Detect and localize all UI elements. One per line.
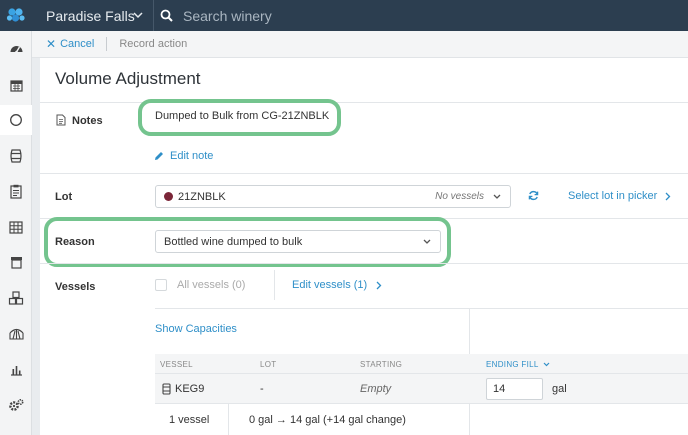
document-icon (56, 114, 66, 126)
reason-highlight (44, 217, 451, 267)
ending-fill-input[interactable] (486, 378, 543, 400)
sidebar-item-barrels[interactable] (0, 141, 32, 171)
lot-label: Lot (55, 191, 73, 203)
chevron-down-icon (543, 362, 550, 367)
sidebar-item-actions[interactable] (0, 105, 32, 135)
header-starting[interactable]: STARTING (360, 360, 402, 369)
vessel-count: 1 vessel (169, 414, 210, 426)
clipboard-icon (10, 184, 22, 199)
pencil-icon (155, 152, 163, 160)
edit-vessels-link[interactable]: Edit vessels (1) (292, 279, 382, 291)
circle-icon (10, 114, 22, 126)
barrel-icon (10, 149, 22, 163)
divider (274, 270, 275, 300)
show-capacities-link[interactable]: Show Capacities (155, 323, 237, 335)
record-action-label: Record action (119, 38, 188, 50)
close-icon: ✕ (46, 37, 57, 51)
sidebar-item-cases[interactable] (0, 283, 32, 313)
winery-name: Paradise Falls (46, 7, 135, 24)
edit-note-link[interactable]: Edit note (154, 150, 213, 162)
sidebar-item-calendar[interactable] (0, 70, 32, 100)
picker-label: Select lot in picker (568, 190, 658, 202)
table-row: KEG9 - Empty gal (155, 374, 688, 404)
volume-change: 0 gal → 14 gal (+14 gal change) (249, 414, 406, 426)
sidebar-item-settings[interactable] (0, 390, 32, 420)
edit-vessels-label: Edit vessels (1) (292, 279, 368, 291)
refresh-icon[interactable] (528, 190, 539, 201)
sidebar-item-clipboard[interactable] (0, 176, 32, 206)
chevron-down-icon (493, 194, 501, 199)
notes-highlight (138, 99, 341, 136)
select-lot-in-picker-link[interactable]: Select lot in picker (568, 190, 671, 202)
header-ending-fill-label: ENDING FILL (486, 360, 539, 369)
chevron-right-icon (376, 281, 382, 289)
main-panel: Volume Adjustment Notes Dumped to Bulk f… (40, 58, 688, 435)
cancel-label: Cancel (60, 38, 95, 50)
notes-label: Notes (72, 115, 103, 127)
archive-icon (10, 256, 22, 269)
grid-icon (9, 220, 23, 234)
chevron-down-icon (133, 12, 143, 19)
row-unit: gal (552, 383, 567, 395)
sidebar-item-dashboard[interactable] (0, 33, 32, 63)
all-vessels-label: All vessels (0) (177, 279, 246, 291)
row-lot: - (260, 383, 264, 395)
dashboard-icon (10, 46, 22, 54)
divider (228, 404, 229, 435)
vessels-table-footer: 1 vessel 0 gal → 14 gal (+14 gal change) (155, 404, 688, 435)
bar-chart-icon (10, 365, 22, 376)
sidebar-item-reports[interactable] (0, 354, 32, 384)
chevron-right-icon (665, 192, 671, 200)
divider (106, 37, 108, 51)
winery-switcher[interactable]: Paradise Falls (32, 0, 154, 31)
calendar-icon (9, 79, 23, 92)
action-bar: ✕ Cancel Record action (32, 31, 688, 58)
vessels-label: Vessels (55, 281, 96, 293)
divider (155, 308, 688, 309)
sidebar-item-grid[interactable] (0, 212, 32, 242)
lot-color-swatch (164, 192, 173, 201)
search-icon (160, 9, 173, 22)
cancel-button[interactable]: ✕ Cancel (46, 37, 94, 51)
all-vessels-checkbox[interactable] (155, 279, 167, 291)
lot-value: 21ZNBLK (178, 190, 226, 203)
sidebar-item-archive[interactable] (0, 247, 32, 277)
top-bar: Paradise Falls (0, 0, 688, 31)
app-logo-icon[interactable] (0, 0, 32, 31)
gears-icon (9, 398, 24, 411)
page-title: Volume Adjustment (55, 69, 201, 88)
search-bar[interactable] (160, 0, 483, 31)
search-input[interactable] (183, 7, 483, 24)
header-vessel[interactable]: VESSEL (160, 360, 193, 369)
edit-note-label: Edit note (170, 150, 214, 162)
lot-select[interactable]: 21ZNBLK No vessels (155, 185, 511, 208)
boxes-icon (8, 291, 24, 305)
sidebar (0, 31, 32, 435)
vessels-table-header: VESSEL LOT STARTING ENDING FILL (155, 354, 688, 374)
divider (40, 263, 688, 264)
sidebar-item-vineyard[interactable] (0, 318, 32, 348)
row-vessel: KEG9 (175, 383, 205, 395)
header-ending-fill[interactable]: ENDING FILL (486, 360, 550, 369)
keg-icon (162, 383, 171, 395)
lot-vessels-hint: No vessels (435, 191, 484, 202)
header-lot[interactable]: LOT (260, 360, 276, 369)
divider (40, 102, 688, 103)
field-icon (8, 328, 24, 340)
divider (40, 173, 688, 174)
row-starting: Empty (360, 383, 392, 395)
